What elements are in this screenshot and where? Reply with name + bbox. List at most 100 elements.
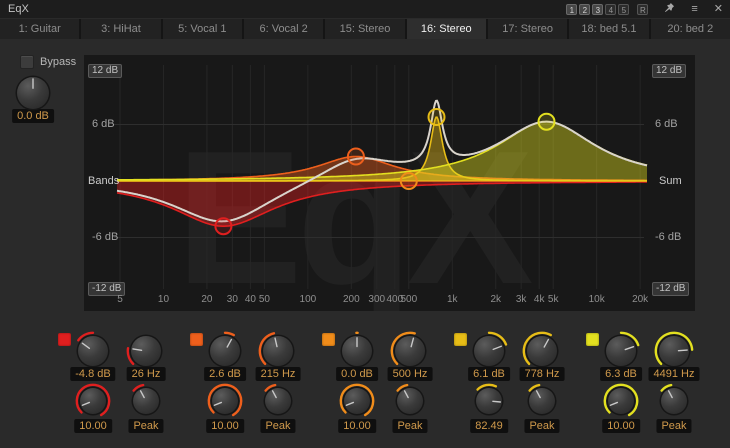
- band-2-freq-knob[interactable]: [257, 330, 299, 372]
- band-1-q-value[interactable]: 10.00: [74, 419, 112, 433]
- band-5-freq-value[interactable]: 4491 Hz: [649, 367, 700, 381]
- eq-graph-panel: EqX12 dB6 dBBands-6 dB-12 dB12 dB6 dBSum…: [84, 55, 695, 311]
- tab-3-hihat[interactable]: 3: HiHat: [81, 19, 160, 39]
- band-3-gain-knob[interactable]: [336, 330, 378, 372]
- band-3-handle[interactable]: [401, 173, 417, 189]
- memory-button-3[interactable]: 3: [592, 4, 603, 15]
- band-3-freq-knob[interactable]: [389, 330, 431, 372]
- freq-tick-5k: 5k: [536, 294, 570, 305]
- eq-curves-svg: EqX: [84, 55, 695, 311]
- freq-tick-10k: 10k: [580, 294, 614, 305]
- band-5-type-value[interactable]: Peak: [656, 419, 691, 433]
- band-4-q-knob-pointer: [493, 401, 501, 402]
- left-db-label-Bands: Bands: [88, 175, 119, 188]
- band-2-handle[interactable]: [348, 149, 364, 165]
- band-4-gain-knob[interactable]: [468, 330, 510, 372]
- memory-slot-buttons: 12345: [564, 4, 629, 15]
- tab-20-bed-2[interactable]: 20: bed 2: [651, 19, 730, 39]
- band-4-color-swatch[interactable]: [454, 333, 467, 346]
- tab-16-stereo[interactable]: 16: Stereo: [407, 19, 486, 39]
- tab-6-vocal-2[interactable]: 6: Vocal 2: [244, 19, 323, 39]
- band-3-gain-value[interactable]: 0.0 dB: [336, 367, 378, 381]
- band-3-q-value[interactable]: 10.00: [338, 419, 376, 433]
- memory-button-2[interactable]: 2: [579, 4, 590, 15]
- bypass-checkbox[interactable]: [20, 55, 34, 69]
- band-2-controls: 2.6 dB 215 Hz 10.00 Peak: [190, 330, 316, 436]
- tab-5-vocal-1[interactable]: 5: Vocal 1: [163, 19, 242, 39]
- band-2-type-value[interactable]: Peak: [260, 419, 295, 433]
- left-db-label--6dB: -6 dB: [92, 231, 118, 244]
- pin-icon[interactable]: [664, 2, 675, 16]
- freq-tick-500: 500: [392, 294, 426, 305]
- freq-tick-1k: 1k: [435, 294, 469, 305]
- band-4-handle[interactable]: [429, 109, 445, 125]
- band-1-type-knob[interactable]: [127, 382, 165, 420]
- band-4-q-value[interactable]: 82.49: [470, 419, 508, 433]
- left-db-label-12dB[interactable]: 12 dB: [88, 64, 122, 78]
- right-db-label--6dB: -6 dB: [655, 231, 681, 244]
- band-5-controls: 6.3 dB 4491 Hz 10.00 Peak: [586, 330, 712, 436]
- freq-tick-100: 100: [291, 294, 325, 305]
- band-1-freq-knob[interactable]: [125, 330, 167, 372]
- band-1-gain-knob[interactable]: [72, 330, 114, 372]
- output-gain-knob[interactable]: [11, 71, 55, 115]
- memory-button-4[interactable]: 4: [605, 4, 616, 15]
- band-4-type-value[interactable]: Peak: [524, 419, 559, 433]
- channel-tab-bar: 1: Guitar3: HiHat5: Vocal 16: Vocal 215:…: [0, 19, 730, 39]
- right-db-label-12dB[interactable]: 12 dB: [652, 64, 686, 78]
- band-4-type-knob[interactable]: [523, 382, 561, 420]
- band-5-freq-knob[interactable]: [653, 330, 695, 372]
- menu-icon[interactable]: ≡: [691, 4, 697, 15]
- band-4-freq-value[interactable]: 778 Hz: [520, 367, 565, 381]
- tab-17-stereo[interactable]: 17: Stereo: [488, 19, 567, 39]
- tab-15-stereo[interactable]: 15: Stereo: [325, 19, 404, 39]
- band-4-freq-knob[interactable]: [521, 330, 563, 372]
- band-4-gain-value[interactable]: 6.1 dB: [468, 367, 510, 381]
- band-3-freq-value[interactable]: 500 Hz: [388, 367, 433, 381]
- right-db-label-Sum: Sum: [659, 175, 682, 188]
- band-5-q-value[interactable]: 10.00: [602, 419, 640, 433]
- band-2-q-knob[interactable]: [206, 382, 244, 420]
- band-1-handle[interactable]: [215, 218, 231, 234]
- band-2-type-knob[interactable]: [259, 382, 297, 420]
- band-3-controls: 0.0 dB 500 Hz 10.00 Peak: [322, 330, 448, 436]
- tab-1-guitar[interactable]: 1: Guitar: [0, 19, 79, 39]
- titlebar-controls: 12345 R ≡ ✕: [564, 2, 730, 16]
- band-5-handle[interactable]: [539, 114, 555, 130]
- band-1-freq-value[interactable]: 26 Hz: [127, 367, 166, 381]
- band-1-color-swatch[interactable]: [58, 333, 71, 346]
- band-2-gain-value[interactable]: 2.6 dB: [204, 367, 246, 381]
- close-icon[interactable]: ✕: [714, 4, 723, 15]
- band-3-color-swatch[interactable]: [322, 333, 335, 346]
- freq-tick-50: 50: [247, 294, 281, 305]
- band-5-type-knob[interactable]: [655, 382, 693, 420]
- reset-button[interactable]: R: [637, 4, 648, 15]
- band-2-gain-knob[interactable]: [204, 330, 246, 372]
- band-1-gain-value[interactable]: -4.8 dB: [70, 367, 115, 381]
- bypass-label: Bypass: [40, 56, 76, 68]
- band-3-type-value[interactable]: Peak: [392, 419, 427, 433]
- right-db-label--12dB[interactable]: -12 dB: [652, 282, 689, 296]
- eqx-plugin-window: EqX 12345 R ≡ ✕ 1: Guitar3: HiHat5: Voca…: [0, 0, 730, 448]
- band-5-color-swatch[interactable]: [586, 333, 599, 346]
- band-4-q-knob[interactable]: [470, 382, 508, 420]
- band-2-freq-value[interactable]: 215 Hz: [256, 367, 301, 381]
- memory-button-5[interactable]: 5: [618, 4, 629, 15]
- band-1-type-value[interactable]: Peak: [128, 419, 163, 433]
- band-4-controls: 6.1 dB 778 Hz 82.49 Peak: [454, 330, 580, 436]
- window-title: EqX: [8, 3, 29, 15]
- band-3-type-knob[interactable]: [391, 382, 429, 420]
- band-5-gain-value[interactable]: 6.3 dB: [600, 367, 642, 381]
- band-5-q-knob[interactable]: [602, 382, 640, 420]
- freq-tick-10: 10: [146, 294, 180, 305]
- band-5-freq-knob-pointer: [678, 350, 687, 351]
- freq-tick-20k: 20k: [623, 294, 657, 305]
- left-db-label-6dB: 6 dB: [92, 118, 115, 131]
- band-3-q-knob[interactable]: [338, 382, 376, 420]
- tab-18-bed-5-1[interactable]: 18: bed 5.1: [569, 19, 648, 39]
- band-2-q-value[interactable]: 10.00: [206, 419, 244, 433]
- band-2-color-swatch[interactable]: [190, 333, 203, 346]
- memory-button-1[interactable]: 1: [566, 4, 577, 15]
- band-1-q-knob[interactable]: [74, 382, 112, 420]
- band-5-gain-knob[interactable]: [600, 330, 642, 372]
